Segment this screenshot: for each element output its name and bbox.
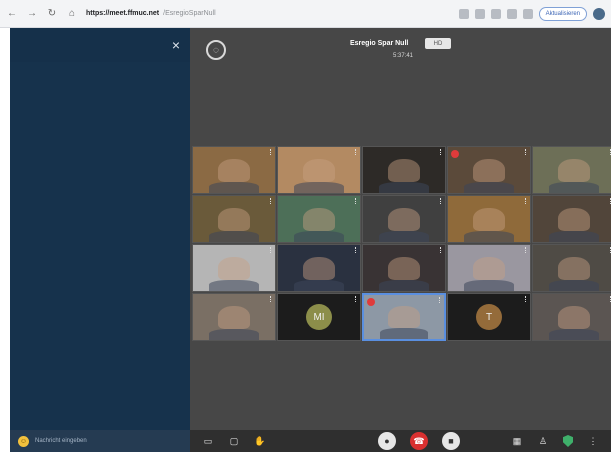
chat-input-row[interactable]: ☺ Nachricht eingeben: [10, 430, 190, 452]
favorite-icon[interactable]: [506, 8, 517, 19]
tile-menu-icon[interactable]: [270, 149, 272, 155]
browser-toolbar: ← → ↻ ⌂ https://meet.ffmuc.net/EsregioSp…: [0, 0, 611, 28]
meeting-timer: 5:37:41: [393, 53, 414, 59]
tile-menu-icon[interactable]: [270, 296, 272, 302]
more-options-icon[interactable]: ⋮: [587, 435, 599, 447]
participant-tile[interactable]: [277, 195, 361, 243]
participant-tile[interactable]: [447, 146, 531, 194]
participant-tile[interactable]: MI: [277, 293, 361, 341]
tile-menu-icon[interactable]: [525, 247, 527, 253]
camera-button[interactable]: ■: [442, 432, 460, 450]
tile-view-icon[interactable]: ▦: [511, 435, 523, 447]
participants-icon[interactable]: ♙: [537, 435, 549, 447]
home-icon[interactable]: ⌂: [66, 8, 78, 20]
tile-menu-icon[interactable]: [270, 247, 272, 253]
url-path: /EsregioSparNull: [163, 10, 216, 17]
extension-icon[interactable]: [458, 8, 469, 19]
tile-menu-icon[interactable]: [439, 297, 441, 303]
muted-mic-icon: [451, 150, 459, 158]
participant-tile[interactable]: [447, 195, 531, 243]
participant-tile[interactable]: T: [447, 293, 531, 341]
raise-hand-icon[interactable]: ✋: [254, 435, 266, 447]
tile-menu-icon[interactable]: [440, 247, 442, 253]
participant-tile[interactable]: [532, 244, 611, 292]
meeting-logo: ◌: [206, 40, 228, 74]
participant-tile[interactable]: [362, 244, 446, 292]
meeting-stage: ◌ Esregio Spar Null HD 5:37:41 MI T ▭ ▢ ✋…: [190, 28, 611, 452]
microphone-button[interactable]: ●: [378, 432, 396, 450]
meeting-title: Esregio Spar Null: [350, 40, 409, 47]
participant-avatar: MI: [306, 304, 332, 330]
quality-badge: HD: [425, 38, 451, 49]
tile-menu-icon[interactable]: [355, 247, 357, 253]
address-bar[interactable]: https://meet.ffmuc.net/EsregioSparNull: [86, 5, 386, 23]
participant-grid: MI T: [192, 146, 611, 341]
participant-tile[interactable]: [192, 244, 276, 292]
participant-avatar: T: [476, 304, 502, 330]
tile-menu-icon[interactable]: [525, 296, 527, 302]
back-arrow-icon[interactable]: ←: [6, 8, 18, 20]
participant-tile[interactable]: [192, 195, 276, 243]
security-shield-icon[interactable]: [563, 435, 573, 447]
reload-icon[interactable]: ↻: [46, 8, 58, 20]
close-icon[interactable]: ×: [172, 38, 180, 52]
hangup-button[interactable]: ☎: [410, 432, 428, 450]
chat-icon[interactable]: ▭: [202, 435, 214, 447]
tile-menu-icon[interactable]: [525, 149, 527, 155]
logo-icon: ◌: [206, 40, 226, 60]
tile-menu-icon[interactable]: [355, 296, 357, 302]
participant-tile[interactable]: [532, 146, 611, 194]
chat-message-input[interactable]: Nachricht eingeben: [35, 438, 87, 444]
participant-tile[interactable]: [277, 244, 361, 292]
participant-tile[interactable]: [532, 195, 611, 243]
profile-icon[interactable]: [593, 7, 605, 20]
muted-mic-icon: [367, 298, 375, 306]
tile-menu-icon[interactable]: [355, 198, 357, 204]
screen-share-icon[interactable]: ▢: [228, 435, 240, 447]
participant-tile[interactable]: [192, 146, 276, 194]
collections-icon[interactable]: [522, 8, 533, 19]
tile-menu-icon[interactable]: [270, 198, 272, 204]
chat-panel: × ☺ Nachricht eingeben: [10, 28, 190, 452]
participant-tile[interactable]: [277, 146, 361, 194]
tile-menu-icon[interactable]: [440, 149, 442, 155]
participant-tile[interactable]: [532, 293, 611, 341]
participant-tile[interactable]: [447, 244, 531, 292]
tile-menu-icon[interactable]: [440, 198, 442, 204]
chat-header: ×: [10, 28, 190, 62]
emoji-icon[interactable]: ☺: [18, 435, 29, 447]
update-button[interactable]: Aktualisieren: [538, 6, 587, 21]
extension-icon[interactable]: [474, 8, 485, 19]
forward-arrow-icon[interactable]: →: [26, 8, 38, 20]
participant-tile[interactable]: [192, 293, 276, 341]
tile-menu-icon[interactable]: [355, 149, 357, 155]
url-host: https://meet.ffmuc.net: [86, 10, 160, 17]
tile-menu-icon[interactable]: [525, 198, 527, 204]
participant-tile[interactable]: [362, 293, 446, 341]
participant-tile[interactable]: [362, 146, 446, 194]
extension-icon[interactable]: [490, 8, 501, 19]
participant-tile[interactable]: [362, 195, 446, 243]
meeting-toolbar: ▭ ▢ ✋ ● ☎ ■ ▦ ♙ ⋮: [190, 430, 611, 452]
